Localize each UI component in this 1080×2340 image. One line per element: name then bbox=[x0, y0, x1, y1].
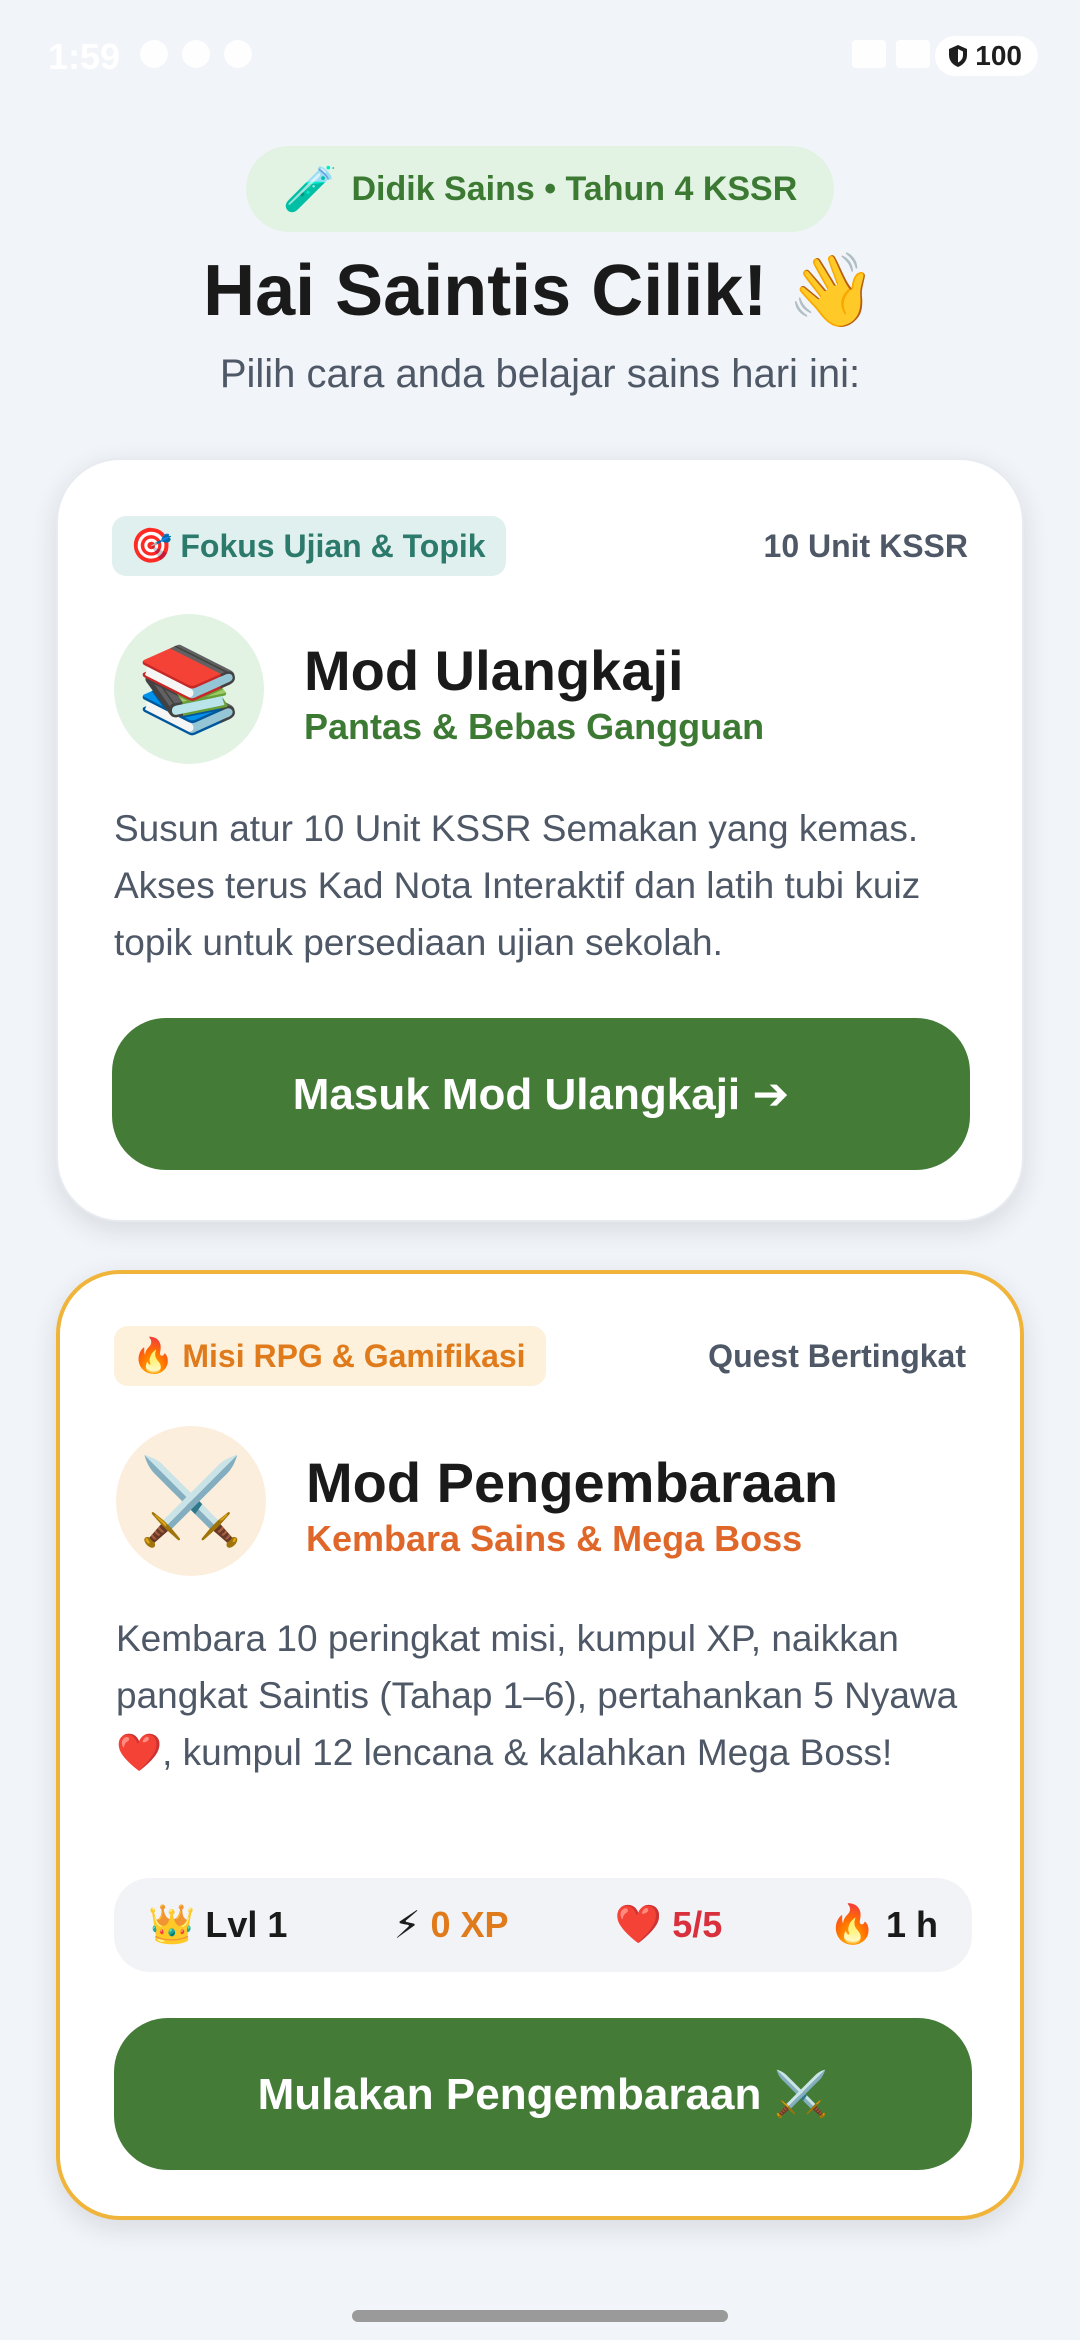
stat-level: 👑 Lvl 1 bbox=[148, 1903, 287, 1947]
adventure-badge: 🔥 Misi RPG & Gamifikasi bbox=[114, 1326, 546, 1386]
connectivity-icons bbox=[852, 40, 930, 68]
status-bar: 1:59 100 bbox=[0, 0, 1080, 110]
wifi-icon bbox=[852, 40, 886, 68]
books-icon: 📚 bbox=[114, 614, 264, 764]
adventure-title: Mod Pengembaraan bbox=[306, 1451, 839, 1514]
battery-level: 100 bbox=[975, 40, 1022, 71]
revision-badge-label: Fokus Ujian & Topik bbox=[180, 527, 486, 564]
fire-icon: 🔥 bbox=[132, 1337, 175, 1375]
stat-lives: ❤️ 5/5 bbox=[615, 1903, 722, 1947]
fire-icon: 🔥 bbox=[828, 1904, 876, 1946]
notification-icon bbox=[182, 40, 210, 68]
adventure-meta: Quest Bertingkat bbox=[708, 1338, 966, 1374]
level-value: Lvl 1 bbox=[205, 1904, 288, 1945]
heart-icon: ❤️ bbox=[614, 1904, 663, 1946]
page-subtitle: Pilih cara anda belajar sains hari ini: bbox=[219, 352, 861, 396]
lives-value: 5/5 bbox=[672, 1904, 723, 1945]
stat-xp: ⚡ 0 XP bbox=[394, 1903, 509, 1948]
revision-mode-card: 🎯 Fokus Ujian & Topik 10 Unit KSSR 📚 Mod… bbox=[56, 458, 1024, 1222]
revision-title: Mod Ulangkaji bbox=[304, 639, 684, 702]
revision-meta: 10 Unit KSSR bbox=[763, 528, 968, 564]
adventure-description: Kembara 10 peringkat misi, kumpul XP, na… bbox=[116, 1618, 958, 1773]
revision-subtitle: Pantas & Bebas Gangguan bbox=[304, 706, 765, 747]
crossed-swords-icon: ⚔️ bbox=[116, 1426, 266, 1576]
notification-icon bbox=[224, 40, 252, 68]
enter-revision-button[interactable]: Masuk Mod Ulangkaji ➔ bbox=[112, 1018, 970, 1170]
signal-icon bbox=[896, 40, 930, 68]
adventure-subtitle: Kembara Sains & Mega Boss bbox=[306, 1518, 803, 1559]
adventure-mode-card: 🔥 Misi RPG & Gamifikasi Quest Bertingkat… bbox=[56, 1270, 1024, 2220]
start-adventure-button[interactable]: Mulakan Pengembaraan ⚔️ bbox=[114, 2018, 972, 2170]
notification-icons bbox=[140, 40, 252, 68]
target-icon: 🎯 bbox=[130, 527, 173, 565]
adventure-badge-label: Misi RPG & Gamifikasi bbox=[182, 1337, 526, 1374]
lightning-icon: ⚡ bbox=[393, 1904, 421, 1947]
home-indicator[interactable] bbox=[352, 2310, 728, 2322]
page-title: Hai Saintis Cilik! 👋 bbox=[203, 251, 877, 331]
stat-streak: 🔥 1 h bbox=[829, 1903, 938, 1947]
notification-icon bbox=[140, 40, 168, 68]
crown-icon: 👑 bbox=[148, 1904, 196, 1946]
app-tag-pill: 🧪 Didik Sains • Tahun 4 KSSR bbox=[246, 146, 834, 232]
status-time: 1:59 bbox=[48, 36, 121, 77]
revision-description: Susun atur 10 Unit KSSR Semakan yang kem… bbox=[114, 808, 921, 963]
shield-icon bbox=[949, 45, 968, 67]
streak-value: 1 h bbox=[885, 1904, 938, 1945]
player-stats-bar: 👑 Lvl 1 ⚡ 0 XP ❤️ 5/5 🔥 1 h bbox=[114, 1878, 972, 1972]
battery-indicator: 100 bbox=[935, 36, 1038, 76]
test-tube-icon: 🧪 bbox=[282, 165, 338, 214]
revision-badge: 🎯 Fokus Ujian & Topik bbox=[112, 516, 506, 576]
app-tag-label: Didik Sains • Tahun 4 KSSR bbox=[351, 169, 798, 208]
xp-value: 0 XP bbox=[430, 1904, 509, 1945]
